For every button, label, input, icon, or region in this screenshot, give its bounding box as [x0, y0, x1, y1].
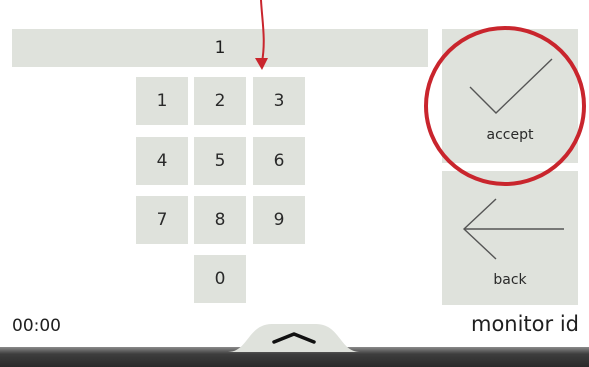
key-0[interactable]: 0	[194, 255, 246, 303]
key-9[interactable]: 9	[253, 196, 305, 244]
accept-button[interactable]: accept	[442, 29, 578, 163]
key-6[interactable]: 6	[253, 137, 305, 185]
accept-button-label: accept	[486, 127, 534, 143]
key-4[interactable]: 4	[136, 137, 188, 185]
key-1[interactable]: 1	[136, 77, 188, 125]
key-5[interactable]: 5	[194, 137, 246, 185]
monitor-id-screen: 1 1 2 3 4 5 6 7 8 9 0 accept back 00:00 …	[0, 0, 589, 367]
key-8[interactable]: 8	[194, 196, 246, 244]
key-2[interactable]: 2	[194, 77, 246, 125]
key-7[interactable]: 7	[136, 196, 188, 244]
arrow-left-icon	[462, 198, 564, 260]
back-button[interactable]: back	[442, 171, 578, 305]
pull-up-tab[interactable]	[228, 322, 360, 352]
back-button-label: back	[493, 272, 527, 288]
entry-display-value: 1	[214, 38, 226, 58]
checkmark-icon	[469, 58, 553, 114]
clock-time: 00:00	[12, 316, 61, 336]
key-3[interactable]: 3	[253, 77, 305, 125]
entry-display: 1	[12, 29, 428, 67]
screen-title: monitor id	[470, 312, 579, 336]
